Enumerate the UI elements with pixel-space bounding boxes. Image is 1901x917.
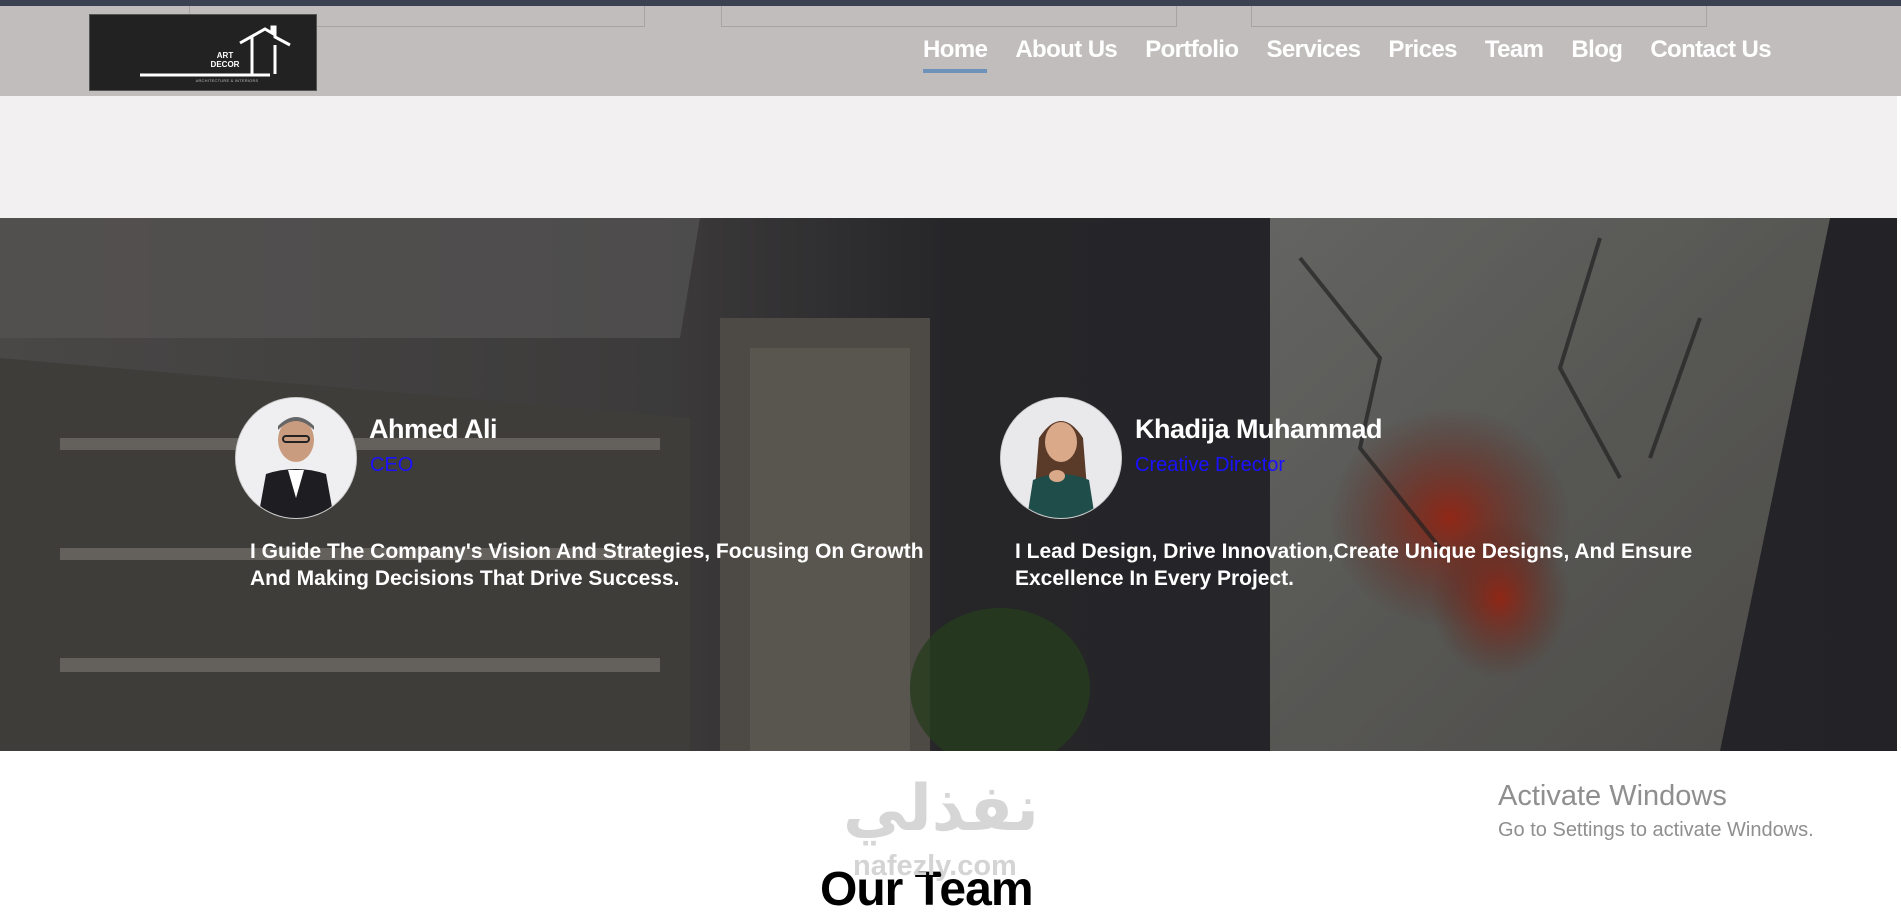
member-description: I Guide The Company's Vision And Strateg… (250, 540, 924, 590)
member-name: Khadija Muhammad (1135, 414, 1383, 444)
nav-home[interactable]: Home (923, 36, 988, 73)
nav-prices[interactable]: Prices (1388, 36, 1457, 64)
member-role: CEO (370, 454, 414, 476)
activate-subtitle: Go to Settings to activate Windows. (1498, 819, 1814, 841)
site-logo[interactable]: ART DECOR ARCHITECTURE & INTERIORS (89, 14, 317, 91)
team-hero: Ahmed Ali CEO I Guide The Company's Visi… (0, 218, 1897, 751)
main-nav: Home About Us Portfolio Services Prices … (895, 36, 1772, 73)
header-ghost-box (1251, 6, 1707, 27)
watermark-arabic: نفذلي (843, 772, 1039, 846)
nav-services[interactable]: Services (1266, 36, 1361, 64)
spacer-band (0, 96, 1901, 218)
member-role: Creative Director (1135, 454, 1286, 476)
activate-title: Activate Windows (1498, 780, 1727, 812)
nav-team[interactable]: Team (1485, 36, 1544, 64)
person-photo-icon (236, 398, 356, 518)
nav-contact-us[interactable]: Contact Us (1650, 36, 1771, 64)
navbar: ART DECOR ARCHITECTURE & INTERIORS Home … (0, 6, 1901, 96)
watermark-latin: nafezly.com (853, 850, 1017, 882)
logo-tagline: ARCHITECTURE & INTERIORS (195, 78, 259, 83)
member-name: Ahmed Ali (369, 414, 498, 444)
person-photo-icon (1001, 398, 1121, 518)
nav-blog[interactable]: Blog (1571, 36, 1623, 64)
avatar (1000, 397, 1122, 519)
logo-wordmark: ART DECOR (210, 51, 240, 69)
nav-portfolio[interactable]: Portfolio (1145, 36, 1239, 64)
nav-about-us[interactable]: About Us (1015, 36, 1117, 64)
member-description: I Lead Design, Drive Innovation,Create U… (1015, 540, 1693, 590)
header-ghost-box (721, 6, 1177, 27)
activate-windows-notice: Activate Windows Go to Settings to activ… (1498, 780, 1814, 842)
avatar (235, 397, 357, 519)
